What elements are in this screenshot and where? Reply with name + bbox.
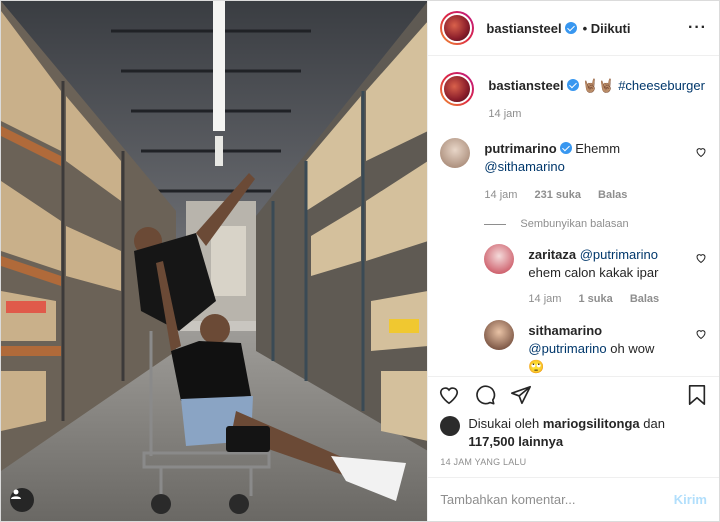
reply-username[interactable]: sithamarino — [528, 323, 602, 338]
more-horizontal-icon[interactable]: ··· — [688, 19, 707, 37]
post-timestamp[interactable]: 14 JAM YANG LALU — [428, 451, 719, 467]
comment-mention[interactable]: @sithamarino — [484, 159, 564, 174]
comments-section: bastiansteel 🤘🏽🤘🏽 #cheeseburger 14 jam p… — [428, 56, 719, 376]
post-details-panel: bastiansteel • Diikuti ··· bastiansteel … — [427, 1, 719, 521]
likes-prefix: Disukai oleh — [468, 416, 540, 431]
reply-likes[interactable]: 1 suka — [579, 293, 613, 305]
commenter-avatar[interactable] — [440, 138, 471, 168]
reply-avatar[interactable] — [484, 320, 515, 350]
share-paper-plane-icon[interactable] — [510, 384, 532, 409]
liker-avatar[interactable] — [440, 416, 461, 436]
user-icon — [11, 489, 21, 499]
comment-input[interactable] — [440, 492, 674, 507]
heart-icon[interactable] — [695, 252, 707, 267]
reply-item: zaritaza @putrimarino ehem calon kakak i… — [484, 244, 707, 308]
reply-avatar[interactable] — [484, 244, 515, 274]
caption-username[interactable]: bastiansteel — [488, 78, 563, 93]
warehouse-photo — [1, 1, 428, 521]
verified-badge-icon — [564, 22, 577, 34]
post-photo[interactable] — [1, 1, 428, 521]
verified-badge-icon — [559, 142, 572, 154]
reply-button[interactable]: Balas — [630, 293, 659, 305]
reply-text: ehem calon kakak ipar — [528, 265, 659, 280]
reply-text: oh wow — [610, 341, 655, 356]
caption-time: 14 jam — [488, 108, 522, 120]
author-username[interactable]: bastiansteel — [486, 21, 561, 36]
heart-icon[interactable] — [695, 328, 707, 343]
reply-emoji: 🙄 — [528, 359, 545, 374]
instagram-post: bastiansteel • Diikuti ··· bastiansteel … — [0, 0, 720, 522]
reply-mention[interactable]: @putrimarino — [580, 247, 658, 262]
reply-item: sithamarino @putrimarino oh wow 🙄 — [484, 320, 707, 376]
comment-time: 14 jam — [484, 189, 518, 201]
comment-likes[interactable]: 231 suka — [535, 189, 581, 201]
comment-item: putrimarino Ehemm @sithamarino 14 jam 23… — [440, 138, 707, 204]
likes-and: dan — [643, 416, 665, 431]
bookmark-icon[interactable] — [687, 384, 707, 409]
follow-status[interactable]: • Diikuti — [583, 21, 631, 36]
comment-bubble-icon[interactable] — [474, 384, 496, 409]
caption: bastiansteel 🤘🏽🤘🏽 #cheeseburger 14 jam — [440, 72, 707, 120]
action-bar — [428, 376, 719, 416]
comment-text: Ehemm — [575, 141, 621, 156]
post-header: bastiansteel • Diikuti ··· — [428, 1, 719, 56]
caption-hashtag[interactable]: #cheeseburger — [618, 78, 705, 93]
hide-replies-button[interactable]: Sembunyikan balasan — [484, 218, 707, 230]
comment-username[interactable]: putrimarino — [484, 141, 556, 156]
like-heart-icon[interactable] — [438, 384, 460, 409]
caption-avatar[interactable] — [440, 72, 475, 106]
verified-badge-icon — [566, 79, 579, 91]
post-comment-button[interactable]: Kirim — [674, 492, 707, 507]
add-comment-bar: Kirim — [428, 477, 719, 521]
reply-time: 14 jam — [528, 293, 562, 305]
reply-username[interactable]: zaritaza — [528, 247, 576, 262]
heart-icon[interactable] — [695, 146, 707, 161]
author-avatar[interactable] — [440, 11, 475, 45]
tagged-users-button[interactable] — [10, 488, 34, 512]
reply-button[interactable]: Balas — [598, 189, 627, 201]
caption-emoji: 🤘🏽🤘🏽 — [582, 78, 615, 93]
replies-thread: Sembunyikan balasan zaritaza @putrimarin… — [484, 218, 707, 376]
likes-others[interactable]: 117,500 lainnya — [468, 434, 563, 449]
likes-summary: Disukai oleh mariogsilitonga dan 117,500… — [428, 416, 719, 451]
reply-mention[interactable]: @putrimarino — [528, 341, 606, 356]
liker-username[interactable]: mariogsilitonga — [543, 416, 640, 431]
